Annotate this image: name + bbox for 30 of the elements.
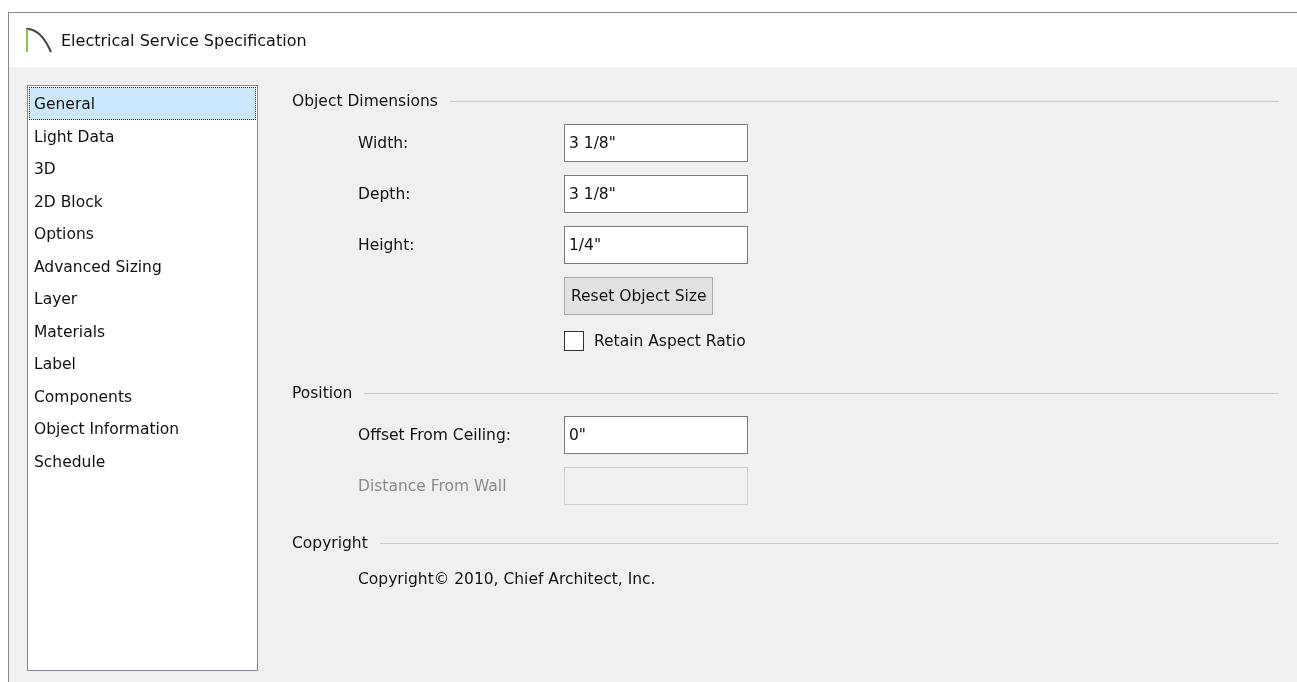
input-field[interactable]: 0" — [564, 415, 748, 454]
checkbox-label[interactable]: Retain Aspect Ratio — [594, 332, 746, 350]
category-item[interactable]: Label — [29, 347, 256, 380]
category-item[interactable]: Options — [29, 217, 256, 250]
input-field[interactable]: 1/4" — [564, 225, 748, 264]
field-label: Offset From Ceiling: — [357, 425, 512, 444]
section-title: Object Dimensions — [292, 92, 438, 110]
input-field[interactable]: 3 1/8" — [564, 123, 748, 162]
category-item[interactable]: 2D Block — [29, 184, 256, 217]
category-item[interactable]: Layer — [29, 282, 256, 315]
field-label: Distance From Wall — [357, 476, 508, 495]
checkbox[interactable] — [564, 331, 584, 351]
section-title: Position — [292, 384, 353, 402]
category-item[interactable]: Schedule — [29, 444, 256, 477]
input-field[interactable]: 3 1/8" — [564, 174, 748, 213]
section-title: Copyright — [292, 534, 368, 552]
field-label: Height: — [357, 235, 416, 254]
category-item[interactable]: 3D — [29, 152, 256, 185]
category-item[interactable]: Components — [29, 379, 256, 412]
category-item[interactable]: Object Information — [29, 412, 256, 445]
field-label: Width: — [357, 133, 410, 152]
category-item[interactable]: General — [29, 87, 256, 120]
reset-button[interactable]: Reset Object Size — [564, 276, 714, 315]
window-title: Electrical Service Specification — [61, 30, 307, 50]
category-item[interactable]: Light Data — [29, 119, 256, 152]
category-item[interactable]: Materials — [29, 314, 256, 347]
category-item[interactable]: Advanced Sizing — [29, 249, 256, 282]
copyright-text: Copyright© 2010, Chief Architect, Inc. — [358, 570, 656, 588]
field-label: Depth: — [357, 184, 412, 203]
arch-icon — [25, 26, 53, 54]
